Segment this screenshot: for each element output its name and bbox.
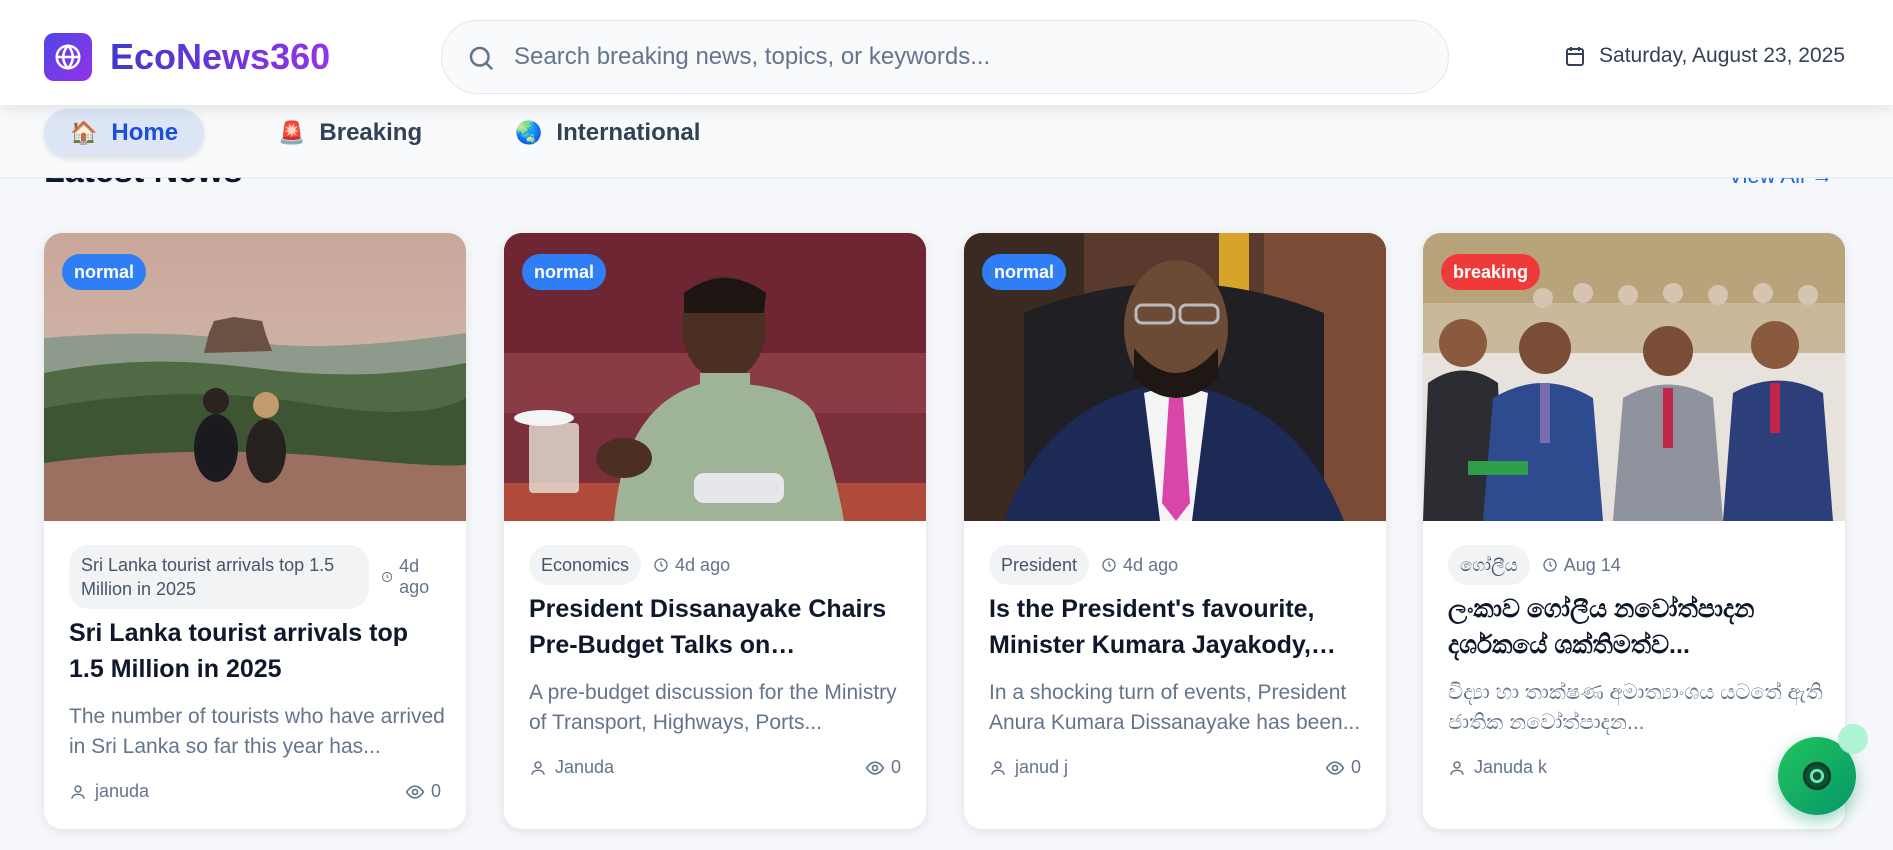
view-count: 0 [865, 757, 901, 778]
status-badge: normal [62, 254, 147, 290]
clock-icon [654, 558, 668, 572]
article-author: janud j [989, 757, 1068, 778]
author-name: januda [95, 781, 150, 801]
time-text: 4d ago [675, 554, 731, 575]
author-name: Januda k [1474, 757, 1548, 777]
globe-icon: 🌏 [515, 120, 543, 145]
news-card[interactable]: breaking ගෝලීය Aug 14 ලංකාව ගෝලීය නවෝත්ප… [1423, 233, 1845, 829]
article-author: Januda [529, 757, 614, 778]
status-badge: normal [522, 254, 607, 290]
article-title[interactable]: President Dissanayake Chairs Pre-Budget … [529, 591, 905, 663]
home-icon: 🏠 [70, 120, 98, 145]
author-name: Januda [555, 757, 615, 777]
globe-logo-icon[interactable] [44, 33, 92, 81]
publish-time: Aug 14 [1542, 555, 1621, 576]
view-count: 0 [1325, 757, 1361, 778]
notification-dot [1838, 724, 1868, 754]
news-card[interactable]: normal President 4d ago Is the President… [964, 233, 1386, 829]
date-text: Saturday, August 23, 2025 [1599, 44, 1845, 67]
category-tag[interactable]: President [989, 545, 1090, 585]
user-icon [1450, 760, 1464, 775]
article-meta: ගෝලීය Aug 14 [1448, 545, 1621, 585]
clock-icon [1543, 558, 1557, 572]
article-excerpt: විද්‍යා හා තාක්ෂණ අමාත්‍යාංශය යටතේ ඇති ජ… [1448, 681, 1823, 734]
article-meta: Sri Lanka tourist arrivals top 1.5 Milli… [69, 545, 441, 609]
author-name: janud j [1015, 757, 1069, 777]
brand-name[interactable]: EcoNews360 [110, 36, 330, 78]
nav-item-label: Breaking [319, 119, 423, 146]
article-author: januda [69, 781, 149, 802]
chat-bubble-icon [1802, 761, 1832, 791]
publish-time: 4d ago [381, 556, 441, 598]
current-date: Saturday, August 23, 2025 [1563, 44, 1845, 68]
views-text: 0 [1350, 757, 1361, 777]
user-icon [991, 760, 1005, 775]
search-icon [469, 46, 494, 71]
publish-time: 4d ago [653, 555, 730, 576]
news-card[interactable]: normal Economics 4d ago President Dissan… [504, 233, 926, 829]
nav-item-label: International [556, 119, 701, 146]
article-excerpt: A pre-budget discussion for the Ministry… [529, 681, 897, 734]
view-count: 0 [405, 781, 441, 802]
article-excerpt: The number of tourists who have arrived … [69, 705, 445, 758]
eye-icon [865, 760, 885, 775]
news-card[interactable]: normal Sri Lanka tourist arrivals top 1.… [44, 233, 466, 829]
top-header: EcoNews360 Saturday, August 23, 2025 [0, 0, 1893, 105]
nav-item-label: Home [111, 119, 179, 146]
category-tag[interactable]: ගෝලීය [1448, 545, 1530, 585]
search-input[interactable] [514, 37, 1414, 77]
clock-icon [382, 571, 393, 583]
user-icon [531, 760, 545, 775]
article-title[interactable]: ලංකාව ගෝලීය නවෝත්පාදන දර්ශකයේ ශක්තිමත්ව.… [1448, 591, 1824, 663]
nav-item-home[interactable]: 🏠 Home [44, 109, 205, 157]
clock-icon [1102, 558, 1116, 572]
calendar-icon [1566, 47, 1585, 66]
article-title[interactable]: Sri Lanka tourist arrivals top 1.5 Milli… [69, 615, 445, 687]
search-bar[interactable] [441, 20, 1449, 94]
views-text: 0 [890, 757, 901, 777]
status-badge: normal [982, 254, 1067, 290]
article-title[interactable]: Is the President's favourite, Minister K… [989, 591, 1365, 663]
time-text: 4d ago [399, 556, 430, 597]
eye-icon [405, 784, 425, 799]
article-image[interactable]: normal [504, 233, 926, 521]
article-image[interactable]: normal [964, 233, 1386, 521]
user-icon [71, 784, 85, 799]
time-text: Aug 14 [1563, 554, 1621, 575]
article-meta: Economics 4d ago [529, 545, 730, 585]
article-image[interactable]: normal [44, 233, 466, 521]
article-excerpt: In a shocking turn of events, President … [989, 681, 1361, 734]
category-nav: 🏠 Home 🚨 Breaking 🌏 International [0, 105, 1893, 178]
views-text: 0 [430, 781, 441, 801]
publish-time: 4d ago [1101, 555, 1178, 576]
siren-icon: 🚨 [278, 120, 306, 145]
nav-item-breaking[interactable]: 🚨 Breaking [252, 109, 448, 157]
status-badge: breaking [1441, 254, 1541, 290]
article-meta: President 4d ago [989, 545, 1178, 585]
category-tag[interactable]: Economics [529, 545, 642, 585]
article-image[interactable]: breaking [1423, 233, 1845, 521]
category-tag[interactable]: Sri Lanka tourist arrivals top 1.5 Milli… [69, 545, 369, 609]
eye-icon [1325, 760, 1345, 775]
nav-item-international[interactable]: 🌏 International [489, 109, 726, 157]
article-author: Januda k [1448, 757, 1547, 778]
time-text: 4d ago [1123, 554, 1179, 575]
